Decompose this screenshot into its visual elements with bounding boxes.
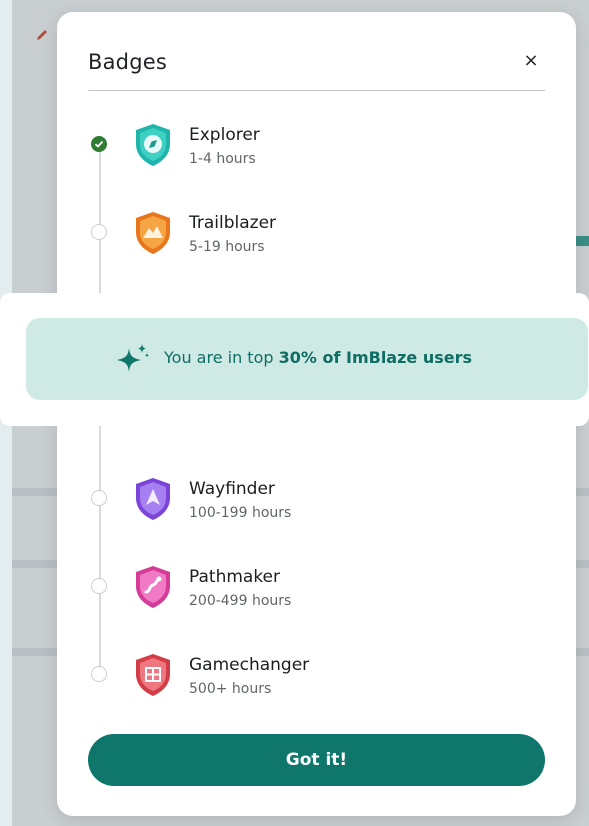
pending-circle-icon	[91, 490, 107, 506]
badge-item-trailblazer: Trailblazer 5-19 hours	[57, 212, 576, 276]
modal-title: Badges	[88, 50, 167, 74]
badge-hours: 5-19 hours	[189, 239, 265, 255]
badge-name: Trailblazer	[189, 213, 277, 233]
pending-circle-icon	[91, 224, 107, 240]
close-button[interactable]: ×	[520, 50, 542, 72]
pending-circle-icon	[91, 666, 107, 682]
banner-highlight: 30% of ImBlaze users	[278, 348, 473, 367]
badge-hours: 1-4 hours	[189, 151, 256, 167]
explorer-badge-icon	[132, 122, 174, 168]
pencil-icon	[35, 28, 49, 42]
got-it-button[interactable]: Got it!	[88, 734, 545, 786]
completed-check-icon	[91, 136, 107, 152]
badge-name: Explorer	[189, 125, 260, 145]
top-rank-banner: You are in top 30% of ImBlaze users	[26, 318, 588, 400]
background-accent-bar	[576, 236, 589, 246]
wayfinder-badge-icon	[132, 476, 174, 522]
badge-name: Gamechanger	[189, 655, 310, 675]
badge-item-wayfinder: Wayfinder 100-199 hours	[57, 478, 576, 542]
badge-hours: 500+ hours	[189, 681, 272, 697]
badge-hours: 200-499 hours	[189, 593, 292, 609]
badge-item-pathmaker: Pathmaker 200-499 hours	[57, 566, 576, 630]
sparkle-icon	[114, 342, 152, 376]
pathmaker-badge-icon	[132, 564, 174, 610]
banner-prefix: You are in top	[164, 348, 279, 367]
badge-name: Pathmaker	[189, 567, 281, 587]
badge-name: Wayfinder	[189, 479, 275, 499]
badge-item-explorer: Explorer 1-4 hours	[57, 124, 576, 188]
gamechanger-badge-icon	[132, 652, 174, 698]
title-divider	[88, 90, 545, 91]
banner-text: You are in top 30% of ImBlaze users	[164, 348, 472, 367]
badge-hours: 100-199 hours	[189, 505, 292, 521]
pending-circle-icon	[91, 578, 107, 594]
badge-item-gamechanger: Gamechanger 500+ hours	[57, 654, 576, 718]
trailblazer-badge-icon	[132, 210, 174, 256]
